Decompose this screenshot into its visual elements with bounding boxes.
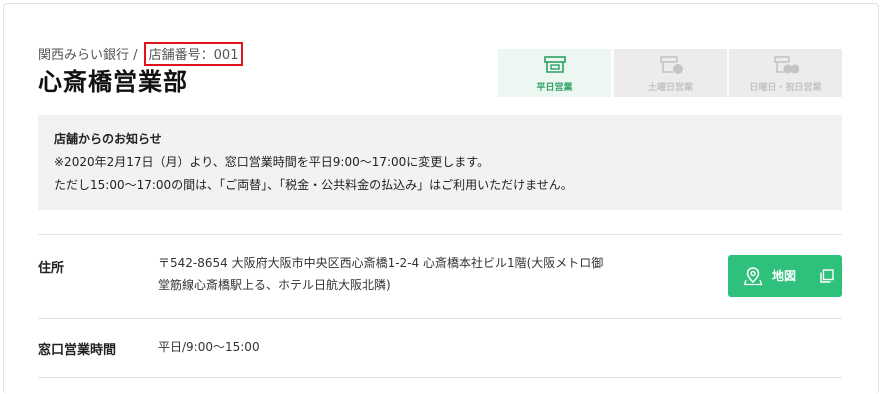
divider xyxy=(38,377,842,378)
tab-label: 平日営業 xyxy=(536,83,573,93)
counter-hours-value: 平日/9:00～15:00 xyxy=(158,340,260,354)
map-button-label: 地図 xyxy=(772,269,797,283)
map-pin-icon xyxy=(743,267,763,286)
notice-line: ※2020年2月17日（月）より、窓口営業時間を平日9:00～17:00に変更し… xyxy=(54,155,490,169)
external-window-icon xyxy=(820,269,834,283)
page-title: 心斎橋営業部 xyxy=(38,68,188,96)
address-line: 〒542-8654 大阪府大阪市中央区西心斎橋1-2-4 心斎橋本社ビル1階(大… xyxy=(158,256,604,270)
counter-hours-label: 窓口営業時間 xyxy=(38,343,117,358)
address-value: 〒542-8654 大阪府大阪市中央区西心斎橋1-2-4 心斎橋本社ビル1階(大… xyxy=(158,252,603,296)
divider xyxy=(38,318,842,319)
notice-title: 店舗からのお知らせ xyxy=(54,132,162,146)
divider xyxy=(38,234,842,235)
tab-saturday-hours[interactable]: 土曜日営業 xyxy=(614,49,727,97)
storefront-icon xyxy=(543,56,566,73)
tab-label: 日曜日・祝日営業 xyxy=(749,83,822,93)
bank-name: 関西みらい銀行 / xyxy=(38,48,138,63)
notice-line: ただし15:00～17:00の間は、「ご両替」、「税金・公共料金の払込み」はご利… xyxy=(54,178,573,192)
branch-notice: 店舗からのお知らせ ※2020年2月17日（月）より、窓口営業時間を平日9:00… xyxy=(38,115,842,210)
address-label: 住所 xyxy=(38,261,65,276)
storefront-sunday-holiday-icon xyxy=(773,56,799,74)
tab-sunday-holiday-hours[interactable]: 日曜日・祝日営業 xyxy=(729,49,842,97)
storefront-saturday-icon xyxy=(659,56,683,74)
tab-weekday-hours[interactable]: 平日営業 xyxy=(498,49,611,97)
map-button[interactable]: 地図 xyxy=(728,255,842,297)
tab-label: 土曜日営業 xyxy=(647,83,693,93)
address-line: 堂筋線心斎橋駅上る、ホテル日航大阪北隣) xyxy=(158,278,391,292)
